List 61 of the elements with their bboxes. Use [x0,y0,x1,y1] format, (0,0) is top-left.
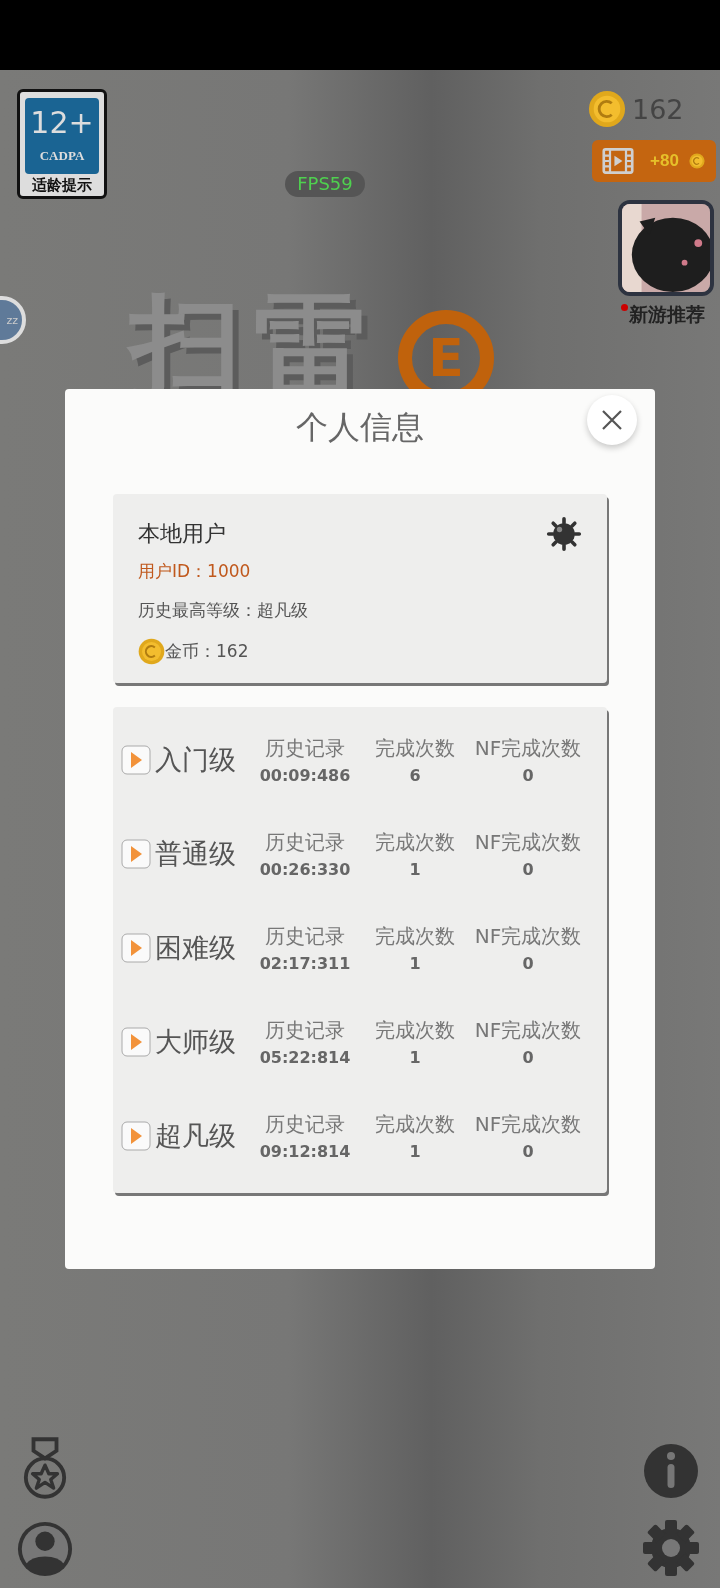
stat-label: 完成次数 [375,923,455,950]
stat-label: NF完成次数 [474,923,582,950]
stat-label: NF完成次数 [474,1111,582,1138]
stat-value: 0 [522,1142,534,1161]
stat-label: 完成次数 [375,735,455,762]
stat-value: 6 [409,766,421,785]
stat-value: 0 [522,1048,534,1067]
level-name: 困难级 [155,931,236,965]
stat-value: 0 [522,860,534,879]
stat-value: 05:22:814 [259,1048,351,1067]
close-button[interactable] [587,395,637,445]
play-icon[interactable] [121,1027,151,1057]
coin-icon [138,638,165,665]
stat-value: 00:09:486 [259,766,351,785]
play-icon[interactable] [121,933,151,963]
stat-label: 完成次数 [375,1017,455,1044]
dialog-title: 个人信息 [296,407,424,447]
coin-icon [588,90,626,128]
stat-label: 历史记录 [265,1017,345,1044]
stat-label: 历史记录 [265,735,345,762]
stat-value: 00:26:330 [259,860,351,879]
stat-label: 完成次数 [375,1111,455,1138]
stat-label: 历史记录 [265,923,345,950]
coin-balance: 金币：162 [165,640,249,663]
new-game-label[interactable]: 新游推荐 [629,302,705,328]
user-icon[interactable] [16,1520,74,1578]
fps-counter: FPS59 [285,171,365,197]
stat-label: NF完成次数 [474,1017,582,1044]
level-name: 超凡级 [155,1119,236,1153]
stat-value: 09:12:814 [259,1142,351,1161]
stat-label: 历史记录 [265,829,345,856]
stat-value: 1 [409,1142,421,1161]
medal-icon[interactable] [22,1435,68,1501]
stat-label: NF完成次数 [474,735,582,762]
level-name: 普通级 [155,837,236,871]
play-icon[interactable] [121,745,151,775]
age-rating-badge: 12+ CADPA 适龄提示 [17,89,107,199]
mine-icon [546,516,582,552]
stat-label: 完成次数 [375,829,455,856]
user-name: 本地用户 [138,520,226,548]
film-icon [602,147,634,175]
stat-value: 1 [409,860,421,879]
play-icon[interactable] [121,839,151,869]
settings-icon[interactable] [641,1518,701,1578]
play-icon[interactable] [121,1121,151,1151]
stat-value: 02:17:311 [259,954,351,973]
stat-label: NF完成次数 [474,829,582,856]
best-level: 历史最高等级：超凡级 [138,599,309,622]
close-icon [600,408,624,432]
stat-value: 1 [409,954,421,973]
stat-label: 历史记录 [265,1111,345,1138]
stat-value: 1 [409,1048,421,1067]
stat-value: 0 [522,766,534,785]
stat-value: 0 [522,954,534,973]
info-icon[interactable] [643,1443,699,1499]
user-id: 用户ID：1000 [138,560,252,583]
sleep-button[interactable]: zz [0,296,26,344]
level-name: 大师级 [155,1025,236,1059]
video-reward-button[interactable]: +80 [592,140,716,182]
coin-icon [688,153,705,169]
level-name: 入门级 [155,743,236,777]
